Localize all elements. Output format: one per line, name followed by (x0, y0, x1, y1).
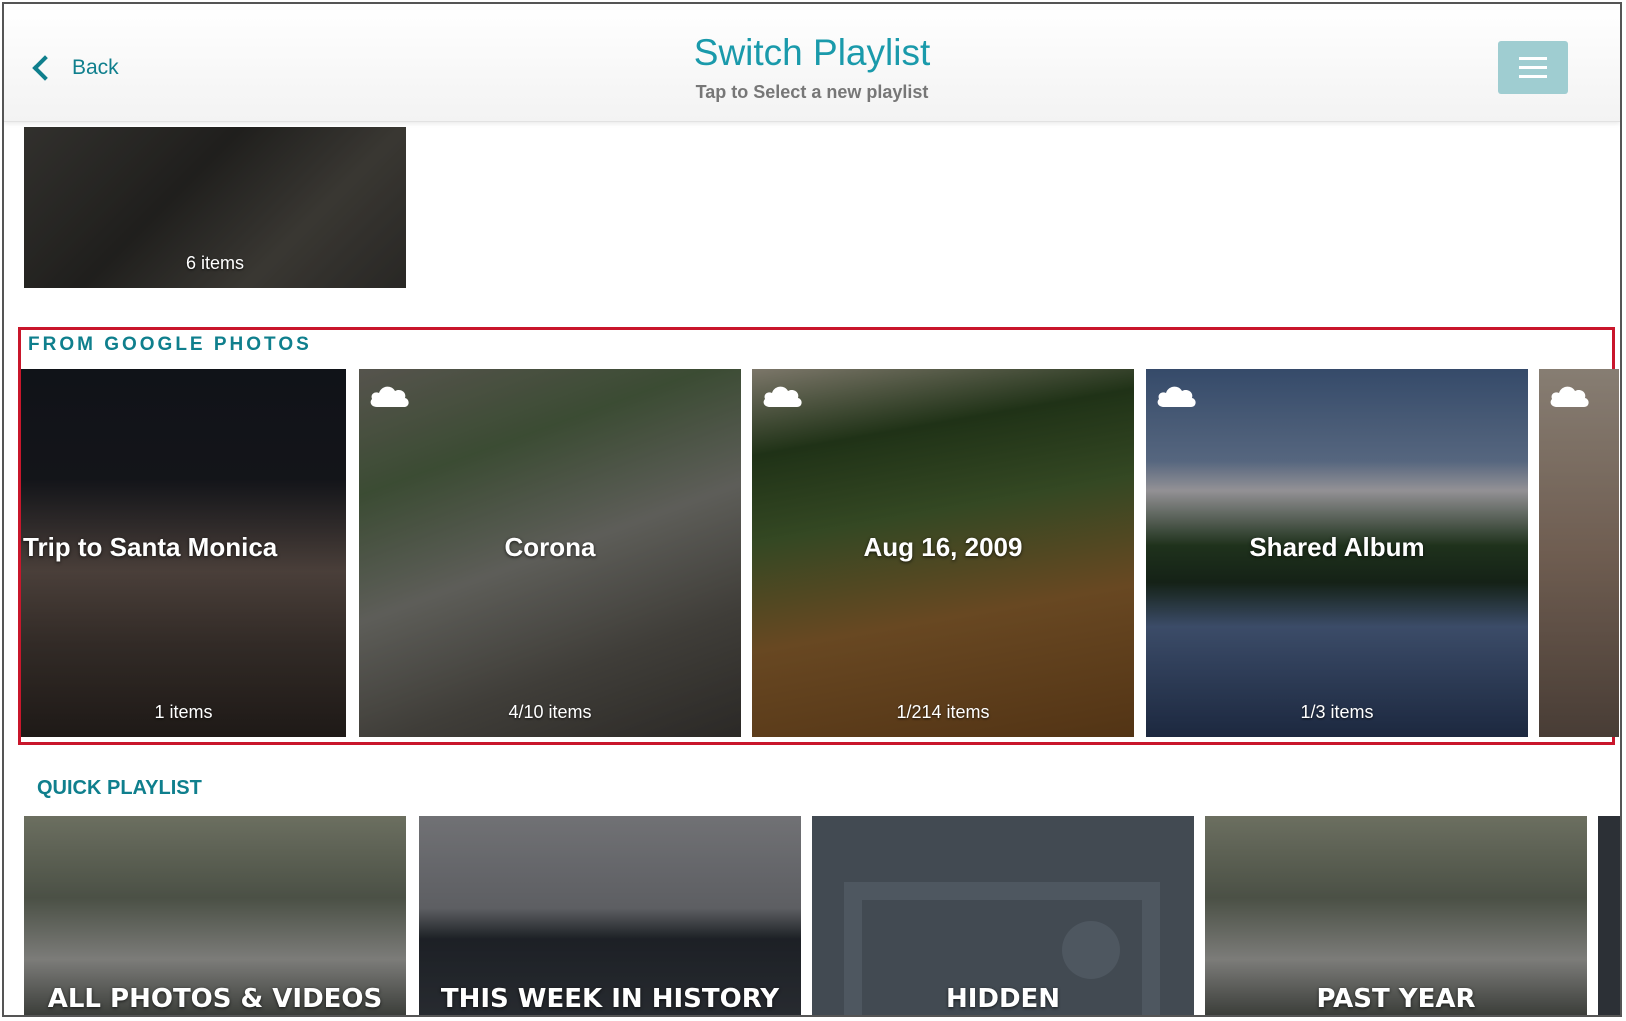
album-item-count: 1 items (154, 702, 213, 722)
hamburger-icon-bar (1519, 57, 1547, 60)
album-tile-corona[interactable]: Corona 4/10 items (359, 369, 741, 737)
playlist-name: THIS WEEK IN HISTORY (440, 984, 780, 1014)
album-item-count: 1/214 items (896, 702, 990, 722)
tile-item-count: 6 items (185, 253, 245, 273)
section-label-quick-playlist: QUICK PLAYLIST (37, 777, 202, 799)
page-subtitle: Tap to Select a new playlist (695, 82, 929, 102)
quick-playlist-this-week-in-history[interactable]: THIS WEEK IN HISTORY (419, 816, 801, 1015)
album-name: Shared Album (1249, 532, 1425, 562)
cloud-icon (763, 386, 802, 407)
album-name: Trip to Santa Monica (23, 532, 278, 562)
album-item-count: 1/3 items (1300, 702, 1374, 722)
cloud-icon (370, 386, 409, 407)
album-item-count: 4/10 items (508, 702, 592, 722)
quick-playlist-hidden[interactable]: HIDDEN (812, 816, 1194, 1015)
album-name: Corona (504, 532, 596, 562)
header-bar: Back Switch Playlist Tap to Select a new… (4, 4, 1620, 122)
tile-overlay (1539, 369, 1619, 737)
app-window: Back Switch Playlist Tap to Select a new… (2, 2, 1622, 1017)
hamburger-icon-bar (1519, 75, 1547, 78)
quick-playlist-past-year[interactable]: PAST YEAR (1205, 816, 1587, 1015)
playlist-tile[interactable]: 6 items (24, 127, 406, 288)
image-placeholder-sun-icon (1062, 921, 1120, 979)
cloud-icon (1157, 386, 1196, 407)
album-name: Aug 16, 2009 (863, 532, 1023, 562)
playlist-name: HIDDEN (945, 984, 1061, 1014)
album-tile-partial[interactable] (1539, 369, 1619, 737)
section-label-google-photos: FROM GOOGLE PHOTOS (28, 334, 312, 355)
hamburger-icon-bar (1519, 66, 1547, 69)
album-tile-shared-album[interactable]: Shared Album 1/3 items (1146, 369, 1528, 737)
cloud-icon (1550, 386, 1589, 407)
album-tile-aug-16-2009[interactable]: Aug 16, 2009 1/214 items (752, 369, 1134, 737)
playlist-name: ALL PHOTOS & VIDEOS (47, 984, 383, 1014)
quick-playlist-all-photos-videos[interactable]: ALL PHOTOS & VIDEOS (24, 816, 406, 1015)
page-title: Switch Playlist (693, 32, 931, 73)
menu-button[interactable] (1498, 41, 1568, 94)
playlist-name: PAST YEAR (1316, 984, 1476, 1014)
album-tile-trip-to-santa-monica[interactable]: Trip to Santa Monica 1 items (21, 369, 346, 737)
quick-playlist-partial[interactable] (1598, 816, 1620, 1015)
